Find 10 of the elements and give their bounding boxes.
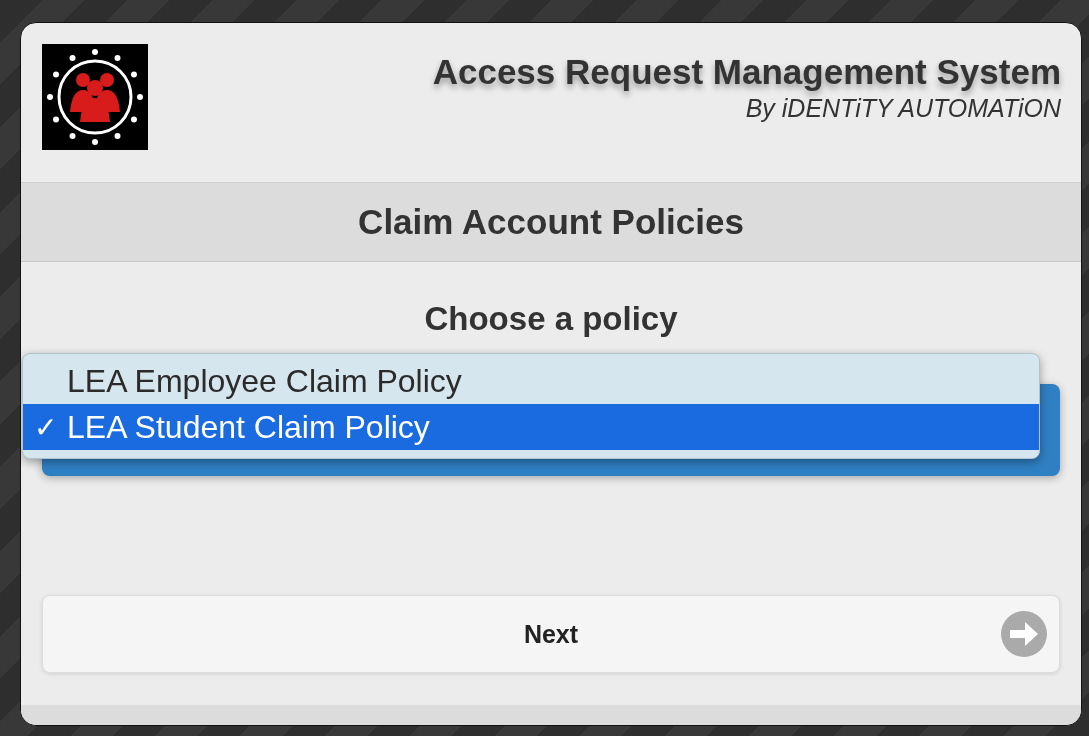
menu-option[interactable]: LEA Employee Claim Policy [23, 358, 1039, 404]
check-mark: ✓ [33, 411, 57, 443]
menu-option[interactable]: ✓ LEA Student Claim Policy [23, 404, 1039, 450]
next-button[interactable]: Next [42, 595, 1060, 673]
arrow-right-icon [1001, 611, 1047, 657]
logo-icon [42, 44, 148, 150]
app-subtitle: By iDENTiTY AUTOMATiON [744, 94, 1061, 123]
field-label: Choose a policy [423, 300, 679, 338]
page-title: Claim Account Policies [358, 202, 744, 242]
app-title: Access Request Management System [432, 52, 1061, 92]
